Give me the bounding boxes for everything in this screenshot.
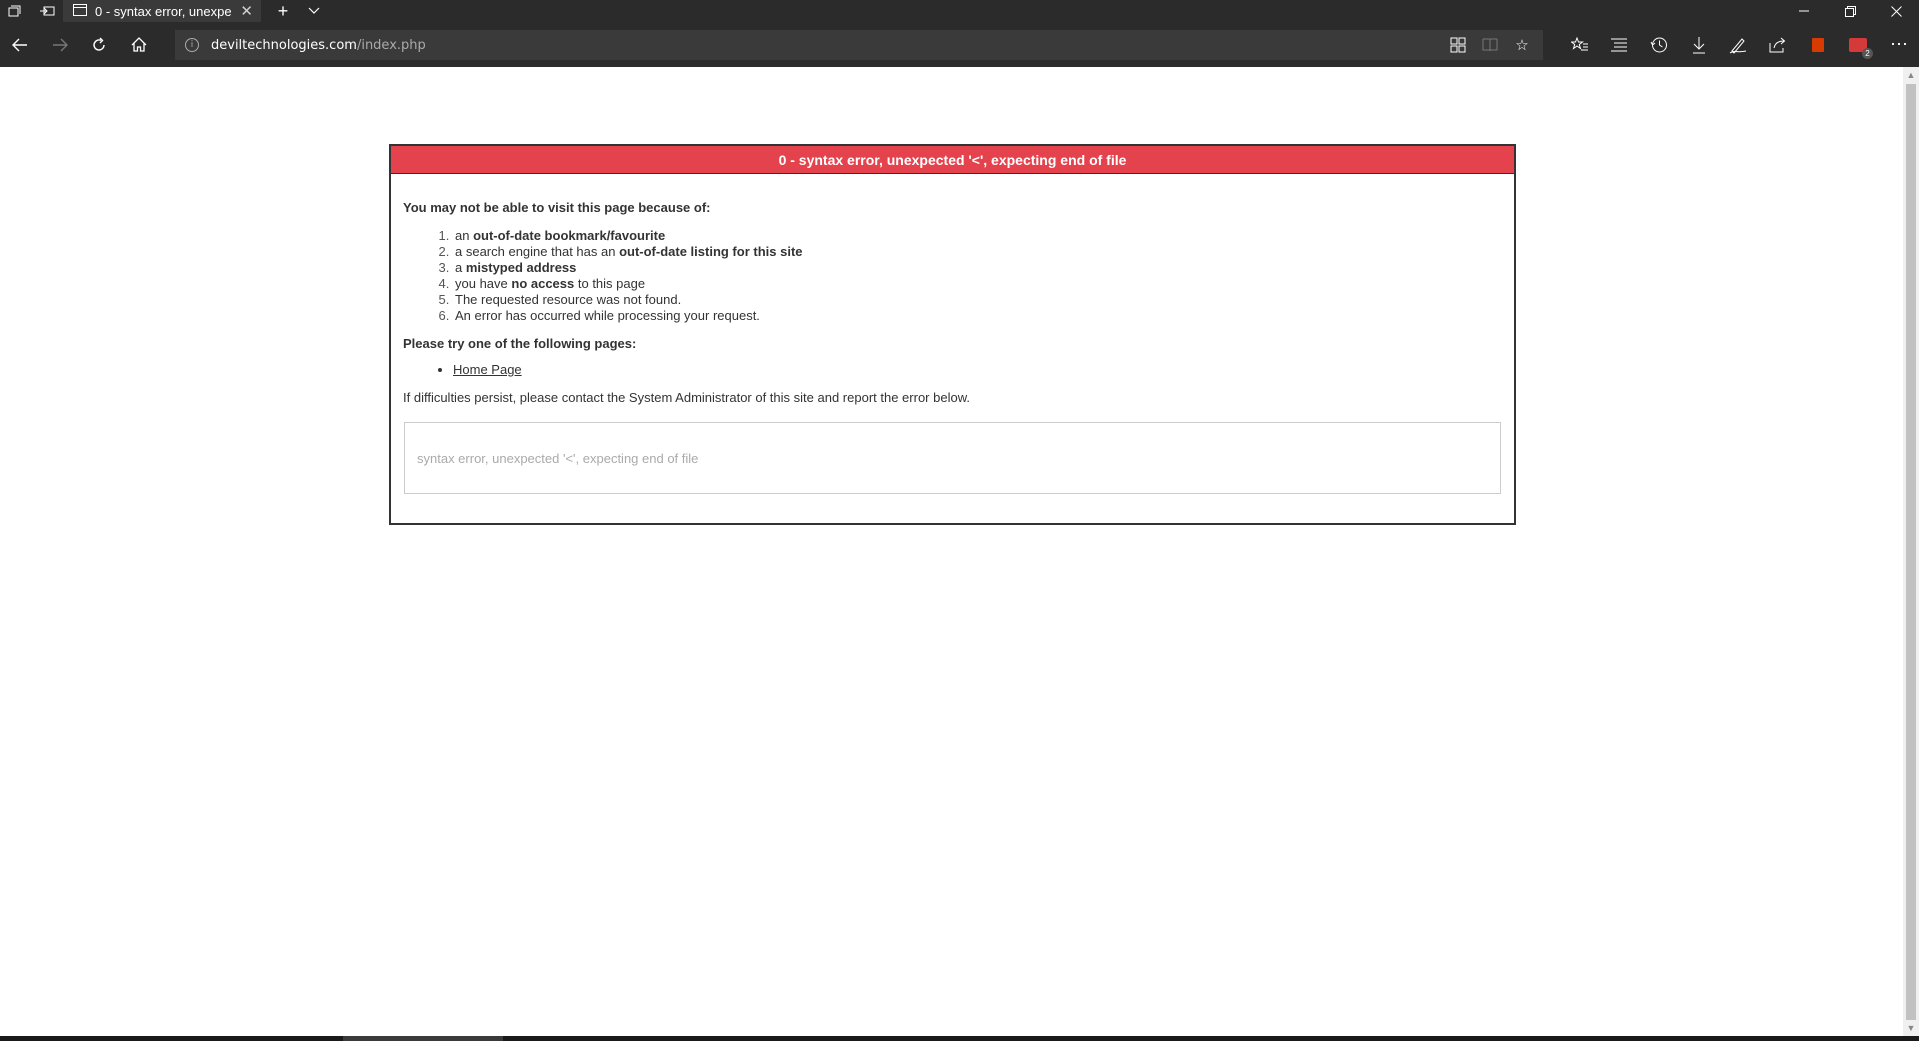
scroll-down-icon[interactable]: ▼ — [1903, 1020, 1919, 1036]
more-icon[interactable]: ⋯ — [1880, 22, 1918, 67]
info-icon[interactable]: i — [185, 38, 199, 52]
list-item: you have no access to this page — [453, 276, 1502, 292]
set-aside-icon[interactable] — [36, 0, 58, 22]
home-icon[interactable] — [119, 22, 159, 67]
page-icon — [73, 3, 87, 19]
error-detail-box: syntax error, unexpected '<', expecting … — [404, 422, 1501, 494]
share-icon[interactable] — [1759, 22, 1797, 67]
address-domain: deviltechnologies.com — [211, 37, 357, 53]
contact-text: If difficulties persist, please contact … — [403, 390, 970, 405]
chevron-down-icon[interactable] — [303, 0, 325, 22]
list-item: The requested resource was not found. — [453, 292, 1502, 308]
minimize-button[interactable] — [1781, 0, 1827, 22]
history-icon[interactable] — [1640, 22, 1678, 67]
restore-button[interactable] — [1827, 0, 1873, 22]
tabs-aside-icon[interactable] — [4, 0, 26, 22]
error-detail-text: syntax error, unexpected '<', expecting … — [417, 450, 699, 466]
plus-icon[interactable]: + — [272, 0, 294, 22]
pen-icon[interactable] — [1719, 22, 1757, 67]
try-heading: Please try one of the following pages: — [403, 336, 637, 351]
list-item: Home Page — [453, 362, 1502, 378]
address-path: /index.php — [356, 37, 426, 53]
extension-badge-icon[interactable]: 2 — [1839, 22, 1877, 67]
list-item: An error has occurred while processing y… — [453, 308, 1502, 324]
scroll-up-icon[interactable]: ▲ — [1903, 67, 1919, 83]
address-bar[interactable]: i deviltechnologies.com/index.php ☆ — [175, 30, 1543, 60]
scrollbar-segment — [343, 1036, 503, 1041]
close-icon[interactable]: ✕ — [240, 2, 253, 20]
home-page-link[interactable]: Home Page — [453, 362, 522, 377]
office-icon[interactable] — [1799, 22, 1837, 67]
horizontal-scrollbar — [0, 1036, 1919, 1041]
scrollbar-thumb[interactable] — [1906, 84, 1916, 1020]
star-icon[interactable]: ☆ — [1507, 30, 1537, 60]
list-item: an out-of-date bookmark/favourite — [453, 228, 1502, 244]
error-body: You may not be able to visit this page b… — [391, 174, 1514, 406]
back-arrow-icon[interactable] — [0, 22, 40, 67]
error-title: 0 - syntax error, unexpected '<', expect… — [391, 146, 1514, 174]
list-item: a search engine that has an out-of-date … — [453, 244, 1502, 260]
favorites-icon[interactable] — [1561, 22, 1599, 67]
active-tab[interactable]: 0 - syntax error, unexpe ✕ — [63, 0, 261, 22]
error-panel: 0 - syntax error, unexpected '<', expect… — [389, 144, 1516, 525]
download-icon[interactable] — [1680, 22, 1718, 67]
vertical-scrollbar[interactable]: ▲ ▼ — [1903, 67, 1919, 1036]
reasons-list: an out-of-date bookmark/favourite a sear… — [403, 228, 1502, 324]
extension-badge-count: 2 — [1862, 47, 1873, 59]
title-bar: 0 - syntax error, unexpe ✕ + — [0, 0, 1919, 22]
list-item: a mistyped address — [453, 260, 1502, 276]
reading-list-icon[interactable] — [1600, 22, 1638, 67]
forward-arrow-icon[interactable] — [40, 22, 80, 67]
page-viewport: 0 - syntax error, unexpected '<', expect… — [0, 67, 1903, 1036]
tab-title: 0 - syntax error, unexpe — [95, 3, 232, 19]
navigation-bar: i deviltechnologies.com/index.php ☆ 2 ⋯ — [0, 22, 1919, 67]
reasons-heading: You may not be able to visit this page b… — [403, 200, 711, 215]
close-window-button[interactable] — [1873, 0, 1919, 22]
refresh-icon[interactable] — [79, 22, 119, 67]
reading-view-icon[interactable] — [1475, 30, 1505, 60]
pages-list: Home Page — [403, 362, 1502, 378]
extension-icon[interactable] — [1443, 30, 1473, 60]
